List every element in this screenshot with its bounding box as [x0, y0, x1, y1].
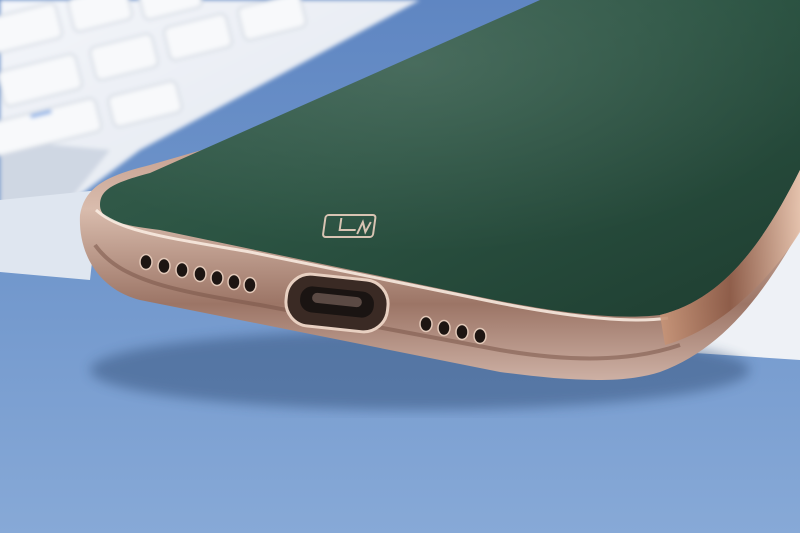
scene-svg: [0, 0, 800, 533]
photo-scene: [0, 0, 800, 533]
charging-port-cutout: [284, 272, 390, 334]
